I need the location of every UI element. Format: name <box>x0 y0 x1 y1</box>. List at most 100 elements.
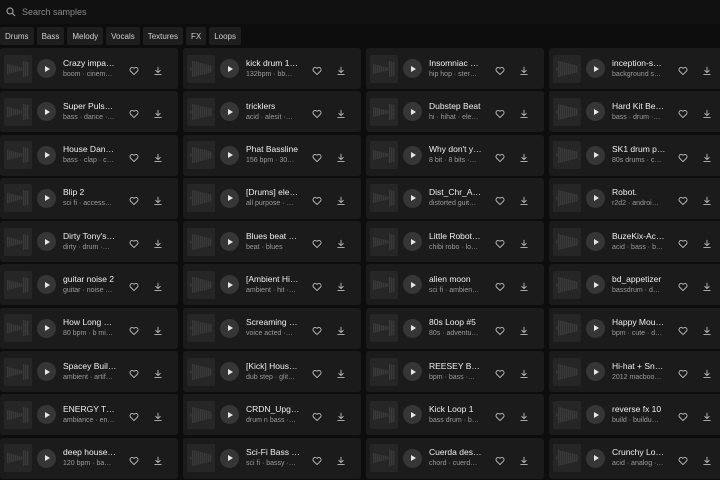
play-button[interactable] <box>37 145 56 165</box>
play-button[interactable] <box>586 405 605 425</box>
heart-icon[interactable] <box>129 63 139 76</box>
sample-card[interactable]: Spacey Buil… ambient · artif… <box>0 351 178 393</box>
sample-card[interactable]: SK1 drum p… 80s drums · c… <box>549 134 720 176</box>
download-icon[interactable] <box>153 366 163 379</box>
play-button[interactable] <box>220 448 239 468</box>
tag-fx[interactable]: FX <box>185 27 207 45</box>
tag-drums[interactable]: Drums <box>0 27 34 45</box>
download-icon[interactable] <box>153 279 163 292</box>
download-icon[interactable] <box>336 236 346 249</box>
heart-icon[interactable] <box>129 366 139 379</box>
heart-icon[interactable] <box>678 236 688 249</box>
play-button[interactable] <box>403 362 422 382</box>
heart-icon[interactable] <box>312 409 322 422</box>
play-button[interactable] <box>403 188 422 208</box>
play-button[interactable] <box>220 232 239 252</box>
heart-icon[interactable] <box>495 409 505 422</box>
heart-icon[interactable] <box>129 409 139 422</box>
download-icon[interactable] <box>336 279 346 292</box>
heart-icon[interactable] <box>678 366 688 379</box>
sample-card[interactable]: Screaming … voice acted ·… <box>183 307 361 349</box>
sample-card[interactable]: REESEY BA… bpm · bass ·… <box>366 351 544 393</box>
sample-card[interactable]: Sci-Fi Bass … sci fi · bassy ·… <box>183 437 361 479</box>
download-icon[interactable] <box>519 453 529 465</box>
sample-card[interactable]: House Dan… bass · clap · c… <box>0 134 178 176</box>
heart-icon[interactable] <box>129 323 139 335</box>
sample-card[interactable]: Why don't y… 8 bit · 8 bits ·… <box>366 134 544 176</box>
download-icon[interactable] <box>336 409 346 422</box>
heart-icon[interactable] <box>312 236 322 249</box>
sample-card[interactable]: Blues beat … beat · blues <box>183 221 361 263</box>
play-button[interactable] <box>403 59 422 78</box>
download-icon[interactable] <box>702 323 712 335</box>
sample-card[interactable]: How Long … 80 bpm · b mi… <box>0 307 178 349</box>
download-icon[interactable] <box>153 106 163 119</box>
heart-icon[interactable] <box>495 63 505 76</box>
sample-card[interactable]: deep house… 120 bpm · ba… <box>0 437 178 479</box>
heart-icon[interactable] <box>495 323 505 335</box>
play-button[interactable] <box>586 318 605 338</box>
sample-card[interactable]: Kick Loop 1 bass drum · b… <box>366 394 544 436</box>
download-icon[interactable] <box>702 63 712 76</box>
heart-icon[interactable] <box>678 409 688 422</box>
play-button[interactable] <box>220 318 239 338</box>
sample-card[interactable]: Hard Kit Be… bass · drum ·… <box>549 91 720 133</box>
sample-card[interactable]: Dirty Tony's… dirty · drum ·… <box>0 221 178 263</box>
download-icon[interactable] <box>153 150 163 162</box>
tag-melody[interactable]: Melody <box>67 27 104 45</box>
sample-card[interactable]: BuzeKix-Aci… acid · bass · b… <box>549 221 720 263</box>
play-button[interactable] <box>220 275 239 295</box>
download-icon[interactable] <box>702 409 712 422</box>
play-button[interactable] <box>37 188 56 208</box>
sample-card[interactable]: ENERGY TE… ambiance · en… <box>0 394 178 436</box>
heart-icon[interactable] <box>678 106 688 119</box>
play-button[interactable] <box>586 145 605 165</box>
sample-card[interactable]: Dist_Chr_A… distorted guit… <box>366 177 544 219</box>
play-button[interactable] <box>220 145 239 165</box>
heart-icon[interactable] <box>129 236 139 249</box>
download-icon[interactable] <box>153 63 163 76</box>
heart-icon[interactable] <box>495 193 505 205</box>
download-icon[interactable] <box>336 366 346 379</box>
download-icon[interactable] <box>153 409 163 422</box>
play-button[interactable] <box>403 448 422 468</box>
sample-card[interactable]: tricklers acid · alesit ·… <box>183 91 361 133</box>
heart-icon[interactable] <box>129 106 139 119</box>
heart-icon[interactable] <box>312 193 322 205</box>
sample-card[interactable]: guitar noise 2 guitar · noise … <box>0 264 178 306</box>
sample-card[interactable]: Super Pulse… bass · dance ·… <box>0 91 178 133</box>
sample-card[interactable]: Insomniac … hip hop · ster… <box>366 48 544 89</box>
sample-card[interactable]: Happy Mou… bpm · cute · d… <box>549 307 720 349</box>
heart-icon[interactable] <box>678 279 688 292</box>
play-button[interactable] <box>220 59 239 78</box>
sample-card[interactable]: Dubstep Beat hi · hihat · ele… <box>366 91 544 133</box>
play-button[interactable] <box>220 102 239 122</box>
download-icon[interactable] <box>702 150 712 162</box>
play-button[interactable] <box>37 362 56 382</box>
sample-card[interactable]: Crazy impa… boom · cinem… <box>0 48 178 89</box>
download-icon[interactable] <box>336 150 346 162</box>
download-icon[interactable] <box>336 453 346 465</box>
sample-card[interactable]: kick drum 1… 132bpm · bb… <box>183 48 361 89</box>
play-button[interactable] <box>220 188 239 208</box>
heart-icon[interactable] <box>129 150 139 162</box>
heart-icon[interactable] <box>678 150 688 162</box>
sample-card[interactable]: Phat Bassline 156 bpm · 30… <box>183 134 361 176</box>
heart-icon[interactable] <box>129 279 139 292</box>
download-icon[interactable] <box>153 193 163 205</box>
heart-icon[interactable] <box>678 323 688 335</box>
tag-vocals[interactable]: Vocals <box>106 27 140 45</box>
play-button[interactable] <box>37 102 56 122</box>
download-icon[interactable] <box>519 63 529 76</box>
sample-card[interactable]: bd_appetizer bassdrum · d… <box>549 264 720 306</box>
download-icon[interactable] <box>702 106 712 119</box>
download-icon[interactable] <box>153 236 163 249</box>
download-icon[interactable] <box>519 279 529 292</box>
play-button[interactable] <box>37 448 56 468</box>
play-button[interactable] <box>403 275 422 295</box>
download-icon[interactable] <box>702 279 712 292</box>
download-icon[interactable] <box>519 366 529 379</box>
heart-icon[interactable] <box>495 106 505 119</box>
tag-bass[interactable]: Bass <box>36 27 65 45</box>
sample-card[interactable]: inception-s… background s… <box>549 48 720 89</box>
